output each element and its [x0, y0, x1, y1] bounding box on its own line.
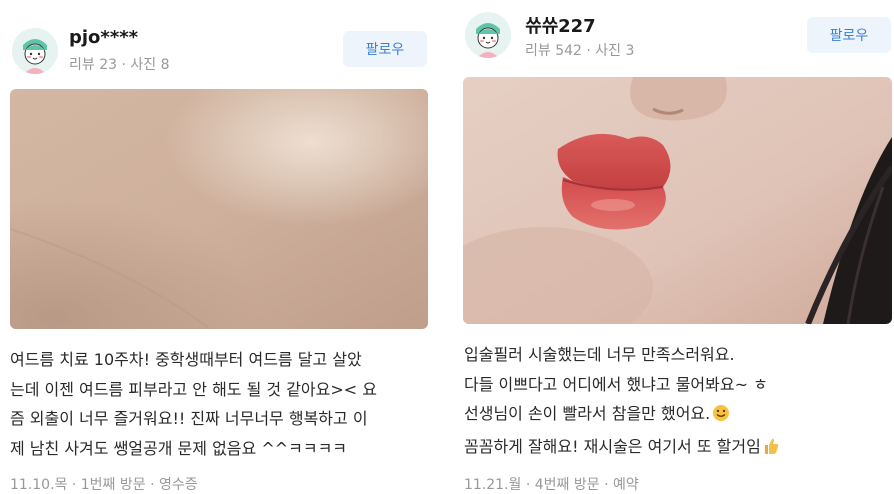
photo-count: 사진 3	[595, 43, 635, 59]
reviewer-name[interactable]: 쓔쓔227	[525, 12, 596, 38]
review-text: 여드름 치료 10주차! 중학생때부터 여드름 달고 살았 는데 이젠 여드름 …	[10, 345, 377, 463]
review-line-text: 선생님이 손이 빨라서 참을만 했어요.	[464, 404, 711, 423]
review-card: pjo**** 리뷰 23 · 사진 8 팔로우 여드름 치료 10주차! 중학…	[0, 0, 440, 493]
meta-separator: ·	[586, 43, 596, 59]
avatar[interactable]	[465, 12, 511, 58]
visit-info: 11.10.목 · 1번째 방문 · 영수증	[10, 477, 198, 493]
review-photo[interactable]	[10, 89, 428, 329]
smile-emoji-icon	[712, 402, 730, 432]
review-line: 입술필러 시술했는데 너무 만족스러워요.	[464, 345, 735, 364]
review-text: 입술필러 시술했는데 너무 만족스러워요. 다들 이쁘다고 어디에서 했냐고 물…	[464, 340, 779, 464]
review-count: 리뷰 542	[525, 43, 582, 59]
review-card: 쓔쓔227 리뷰 542 · 사진 3 팔로우 입술필러 시술했는데 너무 만족…	[452, 0, 894, 493]
review-line: 다들 이쁘다고 어디에서 했냐고 물어봐요~ ㅎ	[464, 374, 768, 394]
visit-info: 11.21.월 · 4번째 방문 · 예약	[464, 477, 639, 493]
review-photo[interactable]	[463, 77, 892, 324]
review-count: 리뷰 23	[69, 57, 118, 73]
review-line: 제 남친 사겨도 쌩얼공개 문제 없음요 ^^ㅋㅋㅋㅋ	[10, 438, 348, 458]
review-line: 여드름 치료 10주차! 중학생때부터 여드름 달고 살았	[10, 350, 362, 369]
reviewer-name[interactable]: pjo****	[69, 27, 138, 48]
reviewer-meta: 리뷰 23 · 사진 8	[69, 54, 170, 74]
reviewer-meta: 리뷰 542 · 사진 3	[525, 40, 634, 60]
review-line: 는데 이젠 여드름 피부라고 안 해도 될 것 같아요>< 요	[10, 379, 377, 399]
thumbs-up-icon	[763, 435, 779, 465]
follow-button[interactable]: 팔로우	[807, 17, 891, 53]
follow-button[interactable]: 팔로우	[343, 31, 427, 67]
review-line-text: 꼼꼼하게 잘해요! 재시술은 여기서 또 할거임	[464, 436, 761, 456]
photo-count: 사진 8	[130, 57, 170, 73]
review-line-with-emoji: 꼼꼼하게 잘해요! 재시술은 여기서 또 할거임	[464, 432, 779, 465]
avatar[interactable]	[12, 28, 58, 74]
review-line-with-emoji: 선생님이 손이 빨라서 참을만 했어요.	[464, 399, 779, 432]
review-line: 즘 외출이 너무 즐거워요!! 진짜 너무너무 행복하고 이	[10, 409, 368, 428]
